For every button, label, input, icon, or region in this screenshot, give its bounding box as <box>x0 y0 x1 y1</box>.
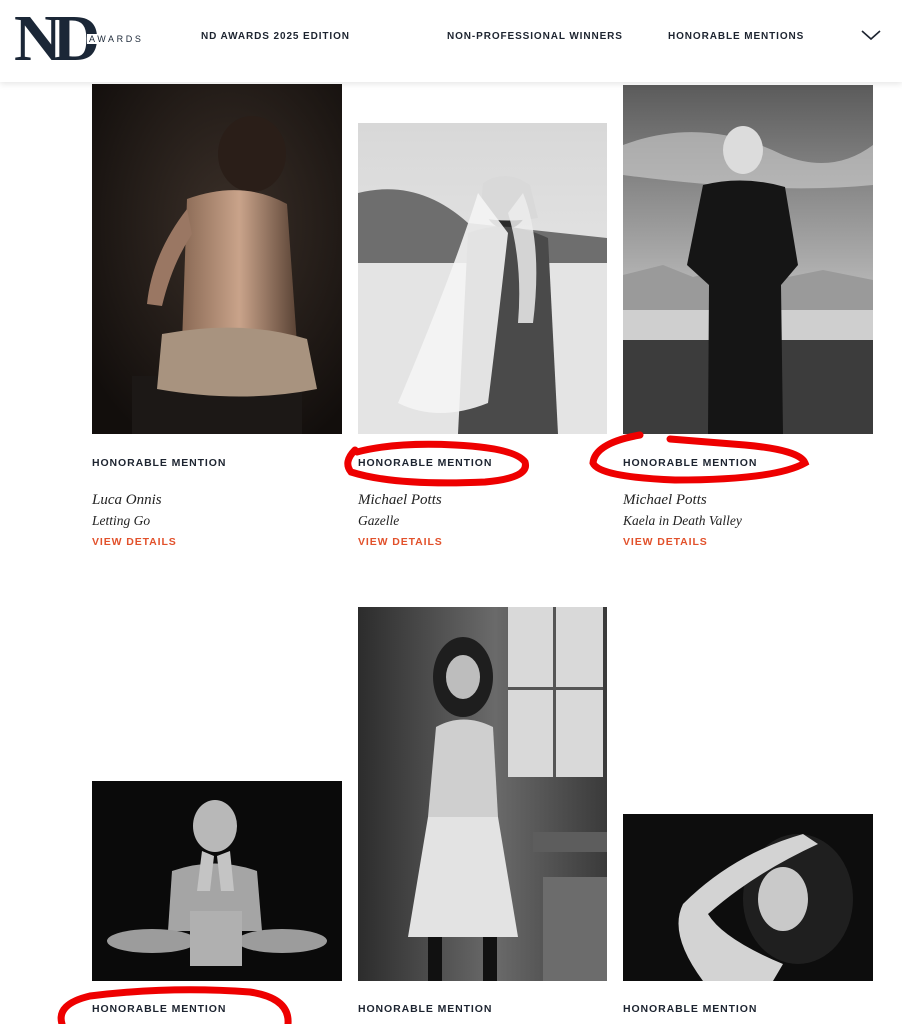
photo-girl-by-window[interactable] <box>358 607 607 981</box>
nav-non-professional-winners[interactable]: NON-PROFESSIONAL WINNERS <box>447 31 623 42</box>
photo-kaela-in-death-valley[interactable] <box>623 85 873 434</box>
card-3-label: HONORABLE MENTION <box>623 457 758 469</box>
card-1-label: HONORABLE MENTION <box>92 457 227 469</box>
card-2-title: Gazelle <box>358 513 400 528</box>
card-3-view-details-link[interactable]: VIEW DETAILS <box>623 536 708 548</box>
card-5-label: HONORABLE MENTION <box>358 1003 493 1015</box>
photo-gazelle[interactable] <box>358 123 607 434</box>
nd-awards-logo[interactable]: ND AWARDS <box>14 2 154 75</box>
card-1-view-details-link[interactable]: VIEW DETAILS <box>92 536 177 548</box>
nav-2025-edition[interactable]: ND AWARDS 2025 EDITION <box>201 31 350 42</box>
site-header: ND AWARDS ND AWARDS 2025 EDITION NON-PRO… <box>0 0 902 82</box>
logo-wordmark: AWARDS <box>87 34 146 44</box>
chevron-down-icon[interactable] <box>860 28 882 42</box>
card-2-view-details-link[interactable]: VIEW DETAILS <box>358 536 443 548</box>
card-2-label: HONORABLE MENTION <box>358 457 493 469</box>
photo-portrait-arm-raised[interactable] <box>623 814 873 981</box>
card-6-label: HONORABLE MENTION <box>623 1003 758 1015</box>
card-3-title: Kaela in Death Valley <box>623 513 742 528</box>
card-4-label: HONORABLE MENTION <box>92 1003 227 1015</box>
card-3-author: Michael Potts <box>623 492 707 508</box>
photo-letting-go[interactable] <box>92 84 342 434</box>
card-2-author: Michael Potts <box>358 492 442 508</box>
nav-honorable-mentions[interactable]: HONORABLE MENTIONS <box>668 31 804 42</box>
photo-seated-figure[interactable] <box>92 781 342 981</box>
card-1-title: Letting Go <box>92 513 151 528</box>
card-1-author: Luca Onnis <box>92 492 162 508</box>
logo-monogram: ND <box>14 2 100 75</box>
